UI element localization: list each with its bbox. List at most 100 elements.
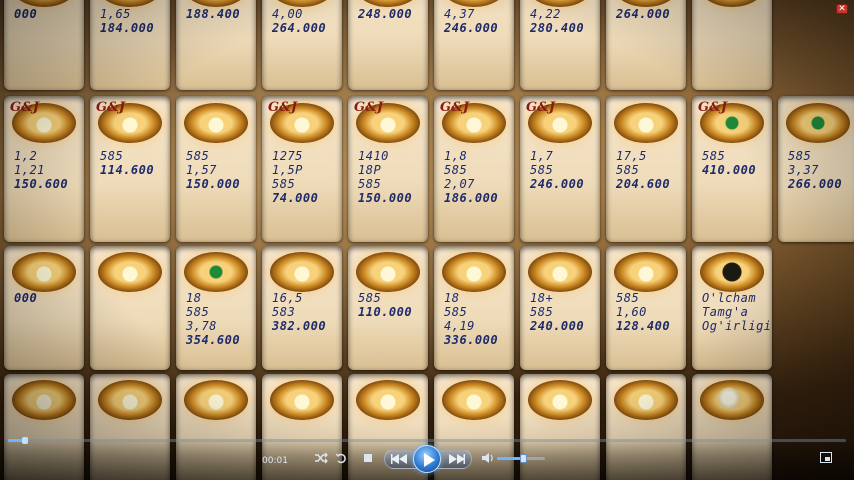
tag-price: 128.400 bbox=[616, 319, 671, 333]
price-tag: G&J 1,7 585 246.000 bbox=[520, 96, 600, 242]
volume-slider[interactable] bbox=[497, 454, 545, 463]
play-icon[interactable] bbox=[413, 445, 441, 473]
tag-line: 585 bbox=[358, 177, 382, 191]
tag-lines: 585 410.000 bbox=[702, 149, 764, 177]
tag-lines: 000 bbox=[14, 7, 76, 21]
tag-line: 585 bbox=[444, 305, 468, 319]
tag-price: 000 bbox=[14, 291, 38, 305]
price-tag: 16,5 583 382.000 bbox=[262, 246, 342, 370]
ring-icon bbox=[12, 0, 76, 7]
tag-lines: 1,65 184.000 bbox=[100, 7, 162, 35]
price-tag: 4,00 264.000 bbox=[262, 0, 342, 90]
ring-icon bbox=[614, 103, 678, 143]
ring-icon bbox=[98, 0, 162, 7]
price-tag: 4,37 246.000 bbox=[434, 0, 514, 90]
tag-price: 382.000 bbox=[272, 319, 327, 333]
ring-icon bbox=[270, 380, 334, 420]
volume-icon[interactable] bbox=[481, 452, 495, 464]
price-tag: 000 bbox=[4, 0, 84, 90]
tag-line: 1,5P bbox=[272, 163, 303, 177]
video-frame[interactable]: 000 1,65 184.000 188.400 4,00 264.000 248.000 4… bbox=[0, 0, 854, 480]
ring-icon bbox=[98, 252, 162, 292]
ring-icon bbox=[528, 380, 592, 420]
tag-lines: 585 1,57 150.000 bbox=[186, 149, 248, 191]
tag-line: 1,8 bbox=[444, 149, 468, 163]
brand-logo: G&J bbox=[10, 100, 39, 115]
tag-line: 18+ bbox=[530, 291, 554, 305]
price-tag bbox=[90, 246, 170, 370]
ring-icon bbox=[12, 252, 76, 292]
tag-line: 585 bbox=[444, 163, 468, 177]
tag-line: 585 bbox=[530, 163, 554, 177]
tag-line: 585 bbox=[100, 149, 124, 163]
ring-icon bbox=[442, 380, 506, 420]
tag-line: 3,37 bbox=[788, 163, 819, 177]
tag-line: 18 bbox=[186, 291, 202, 305]
tag-price: 000 bbox=[14, 7, 38, 21]
ring-icon bbox=[442, 0, 506, 7]
price-tag: 1,65 184.000 bbox=[90, 0, 170, 90]
tag-line: 1,65 bbox=[100, 7, 131, 21]
tag-price: 74.000 bbox=[272, 191, 319, 205]
tag-line: 1,2 bbox=[14, 149, 38, 163]
volume-thumb[interactable] bbox=[520, 454, 527, 463]
price-tag: G&J 1,8 585 2,07 186.000 bbox=[434, 96, 514, 242]
price-tag: G&J 1275 1,5P 585 74.000 bbox=[262, 96, 342, 242]
switch-to-library-icon[interactable] bbox=[820, 452, 832, 463]
tag-line: 4,00 bbox=[272, 7, 303, 21]
tag-lines: 4,22 280.400 bbox=[530, 7, 592, 35]
price-tag: 4,22 280.400 bbox=[520, 0, 600, 90]
tag-price: 150.600 bbox=[14, 177, 69, 191]
seek-bar[interactable] bbox=[8, 437, 846, 444]
ring-icon bbox=[700, 380, 764, 420]
tag-line: 2,07 bbox=[444, 177, 475, 191]
tag-lines: 1,7 585 246.000 bbox=[530, 149, 592, 191]
tag-line: 585 bbox=[788, 149, 812, 163]
price-tag: G&J 1,2 1,21 150.600 bbox=[4, 96, 84, 242]
ring-icon bbox=[184, 380, 248, 420]
repeat-icon[interactable] bbox=[334, 451, 348, 465]
tag-line: 16,5 bbox=[272, 291, 303, 305]
seek-thumb[interactable] bbox=[22, 437, 28, 444]
price-tag: 585 110.000 bbox=[348, 246, 428, 370]
ring-icon bbox=[184, 0, 248, 7]
tag-price: 280.400 bbox=[530, 21, 585, 35]
tag-row-3: 000 18 585 3,78 354.600 16,5 583 382.000 585 110.… bbox=[0, 246, 854, 370]
next-icon[interactable] bbox=[448, 452, 466, 466]
tag-price: 336.000 bbox=[444, 333, 499, 347]
tag-line: Tamg'a bbox=[702, 305, 749, 319]
ring-icon bbox=[184, 252, 248, 292]
tag-line: 583 bbox=[272, 305, 296, 319]
tag-line: 585 bbox=[358, 291, 382, 305]
tag-line: 18 bbox=[444, 291, 460, 305]
price-tag: G&J 585 410.000 bbox=[692, 96, 772, 242]
tag-row-2: G&J 1,2 1,21 150.600 G&J 585 114.600 585 1,57 150… bbox=[0, 96, 854, 242]
tag-line: Og'irligi bbox=[702, 319, 772, 333]
tag-price: 240.000 bbox=[530, 319, 585, 333]
tag-lines: 248.000 bbox=[358, 7, 420, 21]
tag-lines: 585 3,37 266.000 bbox=[788, 149, 850, 191]
close-icon[interactable]: ✕ bbox=[836, 4, 848, 14]
tag-line: 1410 bbox=[358, 149, 389, 163]
previous-icon[interactable] bbox=[390, 452, 408, 466]
tag-row-1: 000 1,65 184.000 188.400 4,00 264.000 248.000 4… bbox=[0, 0, 854, 90]
brand-logo: G&J bbox=[440, 100, 469, 115]
ring-icon bbox=[270, 0, 334, 7]
tag-line: 3,78 bbox=[186, 319, 217, 333]
ring-icon bbox=[614, 0, 678, 7]
brand-logo: G&J bbox=[96, 100, 125, 115]
stop-icon[interactable] bbox=[362, 452, 374, 464]
tag-price: 184.000 bbox=[100, 21, 155, 35]
price-tag: 17,5 585 204.600 bbox=[606, 96, 686, 242]
price-tag: 188.400 bbox=[176, 0, 256, 90]
ring-icon bbox=[270, 252, 334, 292]
tag-lines: 585 114.600 bbox=[100, 149, 162, 177]
tag-price: 248.000 bbox=[358, 7, 413, 21]
tag-lines: 17,5 585 204.600 bbox=[616, 149, 678, 191]
ring-icon bbox=[98, 380, 162, 420]
tag-price: 110.000 bbox=[358, 305, 413, 319]
ring-icon bbox=[356, 380, 420, 420]
ring-icon bbox=[614, 252, 678, 292]
shuffle-icon[interactable] bbox=[314, 451, 328, 465]
ring-icon bbox=[786, 103, 850, 143]
